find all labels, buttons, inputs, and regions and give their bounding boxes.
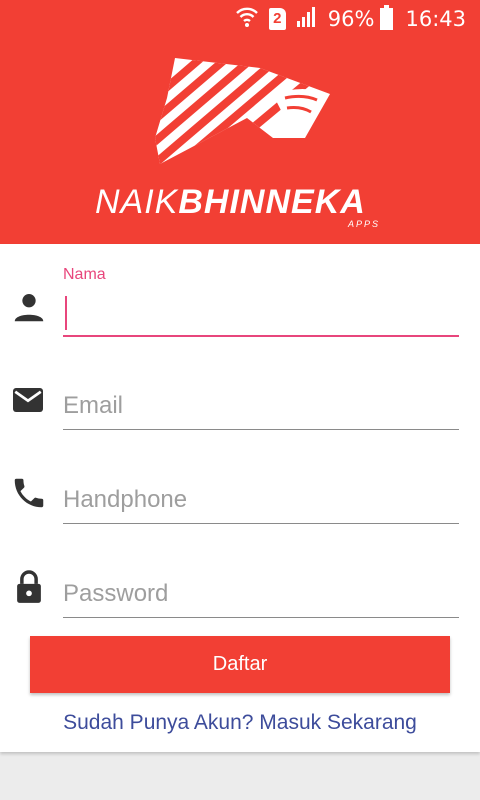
register-form: Nama Daftar Sudah Punya Akun? Masuk Seka… [0, 244, 480, 752]
name-input[interactable] [63, 296, 459, 332]
phone-icon [10, 474, 48, 517]
register-button[interactable]: Daftar [30, 636, 450, 693]
lock-icon [10, 568, 48, 611]
phone-input[interactable] [63, 482, 459, 518]
battery-percent: 96% [327, 7, 375, 31]
brand-subtitle: APPS [348, 219, 381, 229]
sim-icon: 2 [268, 8, 286, 30]
name-label: Nama [63, 266, 106, 283]
status-bar: 2 96% 16:43 [0, 0, 480, 38]
battery-icon [380, 5, 394, 30]
brand-logo-icon [155, 58, 330, 164]
name-underline [63, 335, 459, 337]
password-input[interactable] [63, 576, 459, 612]
phone-underline [63, 523, 459, 524]
mail-icon [10, 382, 46, 423]
wifi-icon [235, 6, 259, 33]
password-underline [63, 617, 459, 618]
signal-icon [296, 6, 318, 33]
app-header: NAIKBHINNEKA APPS [0, 38, 480, 244]
person-icon [10, 288, 48, 331]
email-underline [63, 429, 459, 430]
login-link[interactable]: Sudah Punya Akun? Masuk Sekarang [0, 711, 480, 735]
brand-wordmark: NAIKBHINNEKA [95, 183, 366, 221]
clock: 16:43 [405, 7, 466, 31]
text-cursor [65, 296, 67, 330]
status-icons: 2 96% 16:43 [235, 5, 466, 33]
email-input[interactable] [63, 388, 459, 424]
